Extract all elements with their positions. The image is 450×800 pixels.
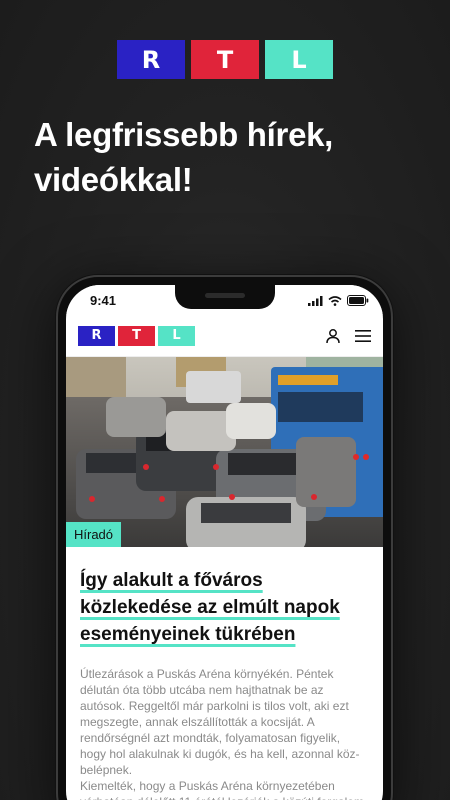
phone-notch — [174, 285, 275, 309]
logo-letter-l: L — [265, 40, 333, 79]
article-hero-image[interactable]: Híradó — [66, 357, 383, 547]
rtl-logo: R T L — [117, 40, 333, 79]
battery-icon — [347, 295, 369, 306]
article-paragraph-2: Kiemelték, hogy a Puskás Aréna környezet… — [80, 779, 364, 800]
user-icon[interactable] — [325, 328, 341, 344]
header-logo-l: L — [158, 325, 195, 346]
status-bar: 9:41 — [66, 285, 383, 315]
article-title-text[interactable]: Így alakult a főváros közlekedése az elm… — [80, 570, 340, 645]
header-logo[interactable]: R T L — [78, 325, 195, 346]
logo-letter-t: T — [191, 40, 259, 79]
wifi-icon — [328, 295, 342, 306]
article: Így alakult a főváros közlekedése az elm… — [66, 547, 383, 800]
logo-letter-r: R — [117, 40, 185, 79]
header-logo-t: T — [118, 325, 155, 346]
category-badge[interactable]: Híradó — [66, 522, 122, 547]
phone-mockup: 9:41 R T L Híradó Így alakult a főváros … — [56, 275, 393, 800]
app-header: R T L — [66, 315, 383, 357]
header-actions — [325, 328, 371, 344]
article-paragraph-1: Útlezárások a Puskás Aréna környékén. Pé… — [80, 667, 360, 777]
status-icons — [308, 295, 369, 306]
status-time: 9:41 — [90, 293, 117, 308]
promo-headline: A legfrissebb hírek, videókkal! — [34, 116, 334, 198]
menu-icon[interactable] — [355, 329, 371, 343]
signal-icon — [308, 295, 323, 306]
header-logo-r: R — [78, 325, 115, 346]
article-body: Útlezárások a Puskás Aréna környékén. Pé… — [80, 666, 369, 800]
article-title[interactable]: Így alakult a főváros közlekedése az elm… — [80, 567, 369, 648]
traffic-photo — [66, 357, 383, 547]
phone-screen: 9:41 R T L Híradó Így alakult a főváros … — [66, 285, 383, 800]
